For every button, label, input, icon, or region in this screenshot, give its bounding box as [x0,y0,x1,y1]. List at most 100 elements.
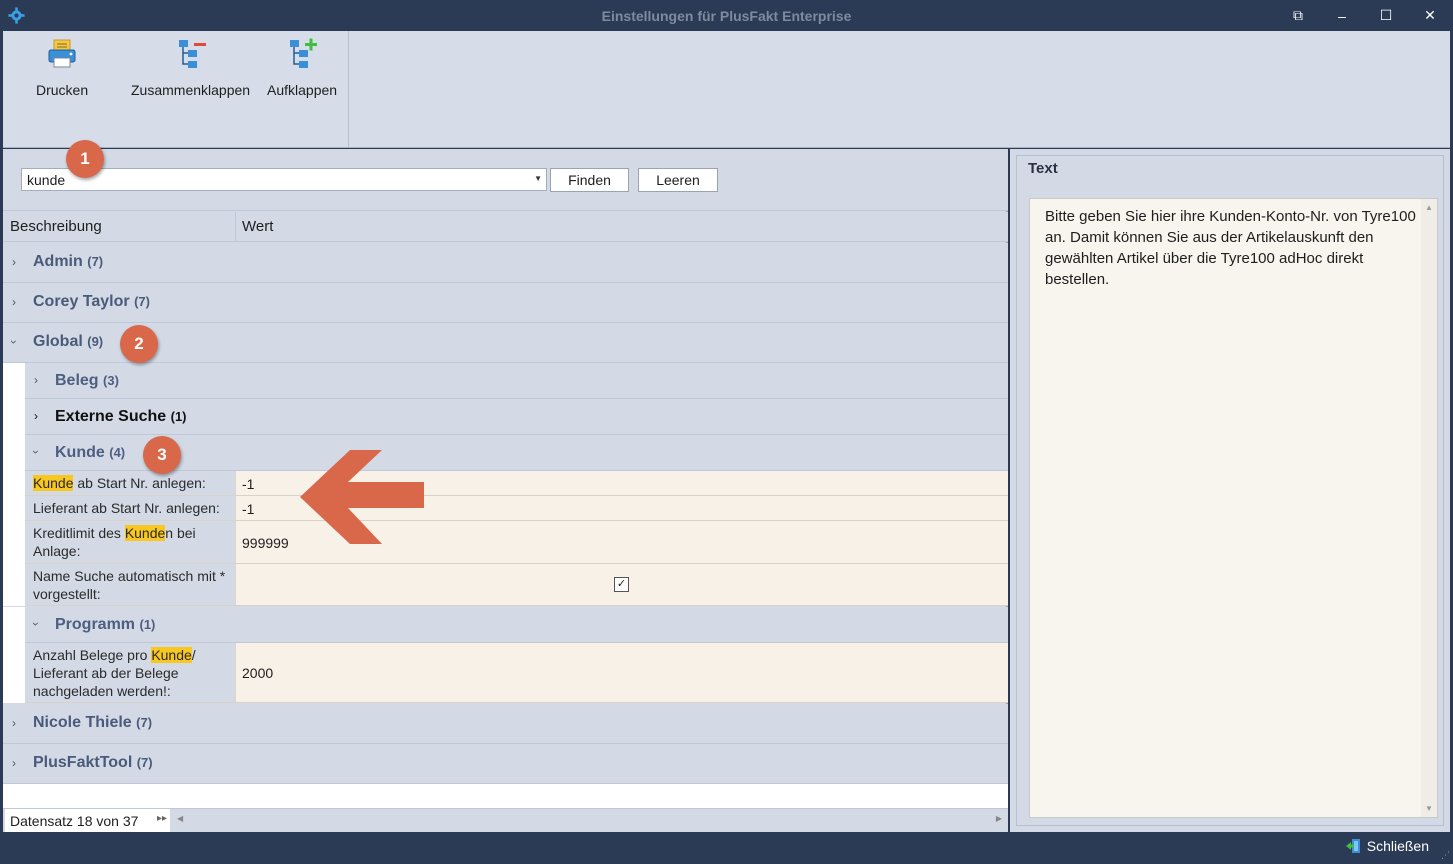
subgroup-label: Externe Suche [55,408,167,425]
group-count: (7) [87,254,104,269]
search-highlight: Kunde [151,647,192,663]
next-record-icon[interactable]: ▸▸ [157,813,167,824]
property-row[interactable]: Kreditlimit des Kunden bei Anlage: 99999… [25,521,1008,564]
subgroup-count: (1) [139,617,156,632]
subgroup-row-programm[interactable]: › Programm (1) [25,607,1008,643]
resize-grip-icon[interactable]: ⋰ [1441,850,1450,861]
group-label: Nicole Thiele [33,714,132,731]
collapse-all-button[interactable]: Zusammenklappen [131,37,250,98]
property-value[interactable]: 2000 [242,665,273,681]
property-row[interactable]: Anzahl Belege pro Kunde/ Lieferant ab de… [25,643,1008,703]
chevron-down-icon[interactable]: › [29,622,43,626]
property-row[interactable]: Name Suche automatisch mit * vorgestellt… [25,564,1008,606]
close-dialog-button[interactable]: Schließen [1345,838,1429,854]
property-description: Lieferant ab Start Nr. anlegen: [33,500,220,516]
text-panel-title: Text [1028,160,1058,177]
grid-header: Beschreibung Wert [3,212,1008,242]
print-button-label: Drucken [36,82,89,98]
minimize-button[interactable]: – [1320,0,1364,31]
search-combobox[interactable]: kunde ▼ [21,168,547,191]
collapse-tree-icon [178,40,206,68]
column-header-description[interactable]: Beschreibung [10,218,102,235]
group-indent [3,607,25,703]
group-label: Admin [33,253,83,270]
search-highlight: Kunde [33,475,74,491]
column-divider [235,212,236,242]
settings-grid-pane: kunde ▼ Finden Leeren Beschreibung Wert … [3,149,1008,833]
scroll-up-icon[interactable]: ▲ [1425,203,1433,212]
group-row-admin[interactable]: › Admin (7) [3,243,1008,283]
text-help-pane: Text Bitte geben Sie hier ihre Kunden-Ko… [1010,149,1450,832]
cell-divider [235,521,236,563]
print-button[interactable]: Drucken [36,37,88,98]
group-label: Corey Taylor [33,293,130,310]
group-count: (7) [134,294,150,309]
scroll-down-icon[interactable]: ▼ [1425,804,1433,813]
property-row[interactable]: Lieferant ab Start Nr. anlegen: -1 [25,496,1008,521]
search-input[interactable]: kunde [27,172,65,188]
group-count: (7) [136,755,153,770]
expand-all-label: Aufklappen [267,82,338,98]
title-bar: Einstellungen für PlusFakt Enterprise ⧉ … [0,0,1453,31]
description-text: Kreditlimit des [33,525,125,541]
help-text-memo[interactable]: Bitte geben Sie hier ihre Kunden-Konto-N… [1029,198,1438,818]
chevron-right-icon[interactable]: › [12,756,16,770]
property-value[interactable]: -1 [242,501,254,517]
scroll-right-icon[interactable]: ▶ [996,814,1002,823]
close-window-button[interactable]: ✕ [1408,0,1452,31]
property-description: Anzahl Belege pro Kunde/ Lieferant ab de… [25,646,235,700]
group-count: (7) [136,715,153,730]
maximize-button[interactable]: ☐ [1364,0,1408,31]
subgroup-label: Kunde [55,444,105,461]
collapse-all-label: Zusammenklappen [131,82,251,98]
restore-layout-button[interactable]: ⧉ [1276,0,1320,31]
subgroup-row-externe-suche[interactable]: › Externe Suche (1) [25,399,1008,435]
expand-tree-icon [290,38,318,68]
clear-button[interactable]: Leeren [638,168,718,192]
checkbox[interactable]: ✓ [614,577,629,592]
cell-divider [235,564,236,605]
help-text: Bitte geben Sie hier ihre Kunden-Konto-N… [1045,208,1416,288]
group-row-nicole-thiele[interactable]: › Nicole Thiele (7) [3,704,1008,744]
search-bar: kunde ▼ Finden Leeren [3,149,1008,211]
subgroup-count: (1) [170,409,187,424]
dropdown-arrow-icon[interactable]: ▼ [534,174,542,183]
group-label: Global [33,333,83,350]
annotation-badge-3: 3 [143,436,181,474]
text-panel-body: Bitte geben Sie hier ihre Kunden-Konto-N… [1016,181,1444,826]
cell-divider [235,643,236,702]
group-label: PlusFaktTool [33,754,133,771]
property-description: Kunde ab Start Nr. anlegen: [25,474,235,492]
annotation-arrow-icon [300,450,424,544]
subgroup-count: (3) [103,373,119,388]
chevron-right-icon[interactable]: › [34,373,38,387]
chevron-down-icon[interactable]: › [29,450,43,454]
chevron-down-icon[interactable]: › [7,340,21,344]
group-row-corey-taylor[interactable]: › Corey Taylor (7) [3,283,1008,323]
memo-scrollbar[interactable]: ▲ ▼ [1421,199,1437,817]
find-button[interactable]: Finden [550,168,629,192]
subgroup-count: (4) [109,445,126,460]
chevron-right-icon[interactable]: › [12,295,16,309]
grid-empty-area [3,784,1008,808]
chevron-right-icon[interactable]: › [12,716,16,730]
column-header-value[interactable]: Wert [242,218,273,235]
printer-icon [48,39,76,68]
expand-all-button[interactable]: Aufklappen [267,37,337,98]
description-text: Anzahl Belege pro [33,647,152,663]
scroll-left-icon[interactable]: ◀ [177,814,183,823]
annotation-badge-2: 2 [120,325,158,363]
chevron-right-icon[interactable]: › [12,255,16,269]
subgroup-row-beleg[interactable]: › Beleg (3) [25,363,1008,399]
description-text: ab Start Nr. anlegen: [73,475,206,491]
property-value[interactable]: 999999 [242,535,289,551]
group-count: (9) [87,334,104,349]
property-description: Name Suche automatisch mit * vorgestellt… [33,568,226,602]
ribbon-toolbar: Drucken Zusammenklappen Aufklappen [3,31,1450,148]
status-bar: Schließen ⋰ [0,832,1453,864]
group-row-plusfakttool[interactable]: › PlusFaktTool (7) [3,744,1008,784]
chevron-right-icon[interactable]: › [34,409,38,423]
property-value[interactable]: -1 [242,476,254,492]
record-navigator: Datensatz 18 von 37 ▸▸ ◀ ▶ [3,808,1008,833]
property-row[interactable]: Kunde ab Start Nr. anlegen: -1 [25,471,1008,496]
